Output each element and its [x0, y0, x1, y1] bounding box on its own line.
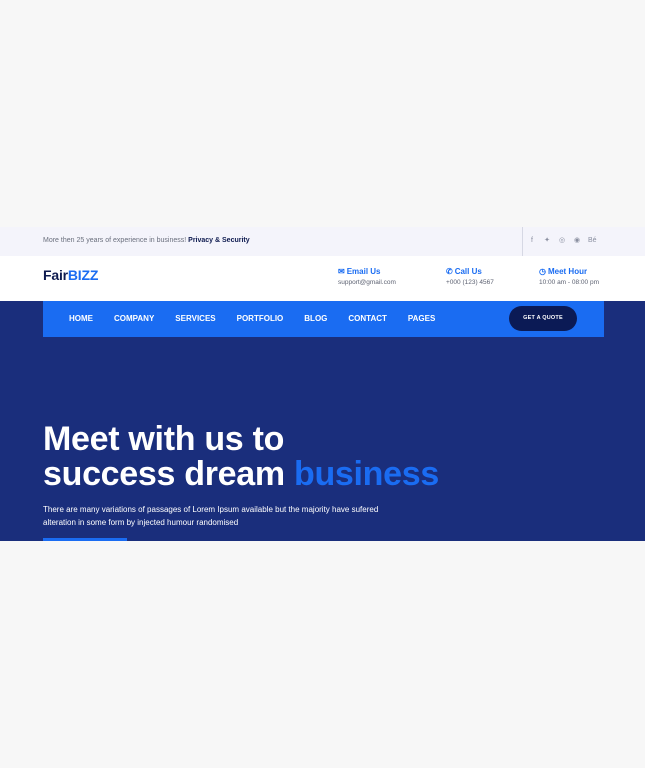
behance-icon[interactable]: Bé: [588, 236, 597, 246]
email-title: Email Us: [346, 267, 381, 276]
header: FairBIZZ ✉ Email Us support@gmail.com ✆ Ca…: [0, 256, 645, 301]
hours-value: 10:00 am - 08:00 pm: [539, 279, 599, 286]
privacy-link[interactable]: Privacy & Security: [188, 237, 249, 244]
nav-services[interactable]: SERVICES: [175, 314, 215, 323]
logo[interactable]: FairBIZZ: [43, 267, 98, 283]
topbar-message: More then 25 years of experience in busi…: [43, 237, 250, 244]
hero-button[interactable]: [43, 538, 127, 541]
logo-accent: BIZZ: [67, 267, 99, 283]
hours-title: Meet Hour: [547, 267, 588, 276]
social-links: f ✦ ◎ ◉ Bé: [528, 236, 597, 246]
dribbble-icon[interactable]: ◉: [573, 236, 581, 246]
nav-home[interactable]: HOME: [69, 314, 93, 323]
top-bar: More then 25 years of experience in busi…: [0, 227, 645, 256]
facebook-icon[interactable]: f: [528, 236, 536, 246]
call-info[interactable]: ✆ Call Us +000 (123) 4567: [446, 267, 494, 286]
nav-company[interactable]: COMPANY: [114, 314, 154, 323]
headline-line-2: success dream business: [43, 455, 439, 493]
call-title: Call Us: [454, 267, 482, 276]
nav-pages[interactable]: PAGES: [408, 314, 435, 323]
phone-icon: ✆: [446, 267, 453, 276]
website-preview: More then 25 years of experience in busi…: [0, 227, 645, 541]
headline-line-1: Meet with us to: [43, 420, 285, 458]
hero-headline: Meet with us to success dream business: [43, 422, 439, 492]
email-value: support@gmail.com: [338, 279, 396, 286]
hours-info: ◷ Meet Hour 10:00 am - 08:00 pm: [539, 267, 599, 286]
hero-description: There are many variations of passages of…: [43, 505, 379, 527]
hero-section: HOME COMPANY SERVICES PORTFOLIO BLOG CON…: [0, 301, 645, 541]
clock-icon: ◷: [539, 267, 546, 276]
experience-text: More then 25 years of experience in busi…: [43, 237, 187, 244]
headline-accent: business: [293, 455, 439, 493]
twitter-icon[interactable]: ✦: [543, 236, 551, 246]
email-info[interactable]: ✉ Email Us support@gmail.com: [338, 267, 396, 286]
instagram-icon[interactable]: ◎: [558, 236, 566, 246]
logo-main: Fair: [43, 267, 68, 283]
nav-portfolio[interactable]: PORTFOLIO: [237, 314, 284, 323]
main-nav: HOME COMPANY SERVICES PORTFOLIO BLOG CON…: [43, 301, 604, 337]
nav-contact[interactable]: CONTACT: [348, 314, 387, 323]
envelope-icon: ✉: [338, 267, 345, 276]
nav-blog[interactable]: BLOG: [304, 314, 327, 323]
divider: [522, 227, 523, 256]
call-value: +000 (123) 4567: [446, 279, 494, 286]
get-a-quote-button[interactable]: GET A QUOTE: [509, 306, 577, 331]
